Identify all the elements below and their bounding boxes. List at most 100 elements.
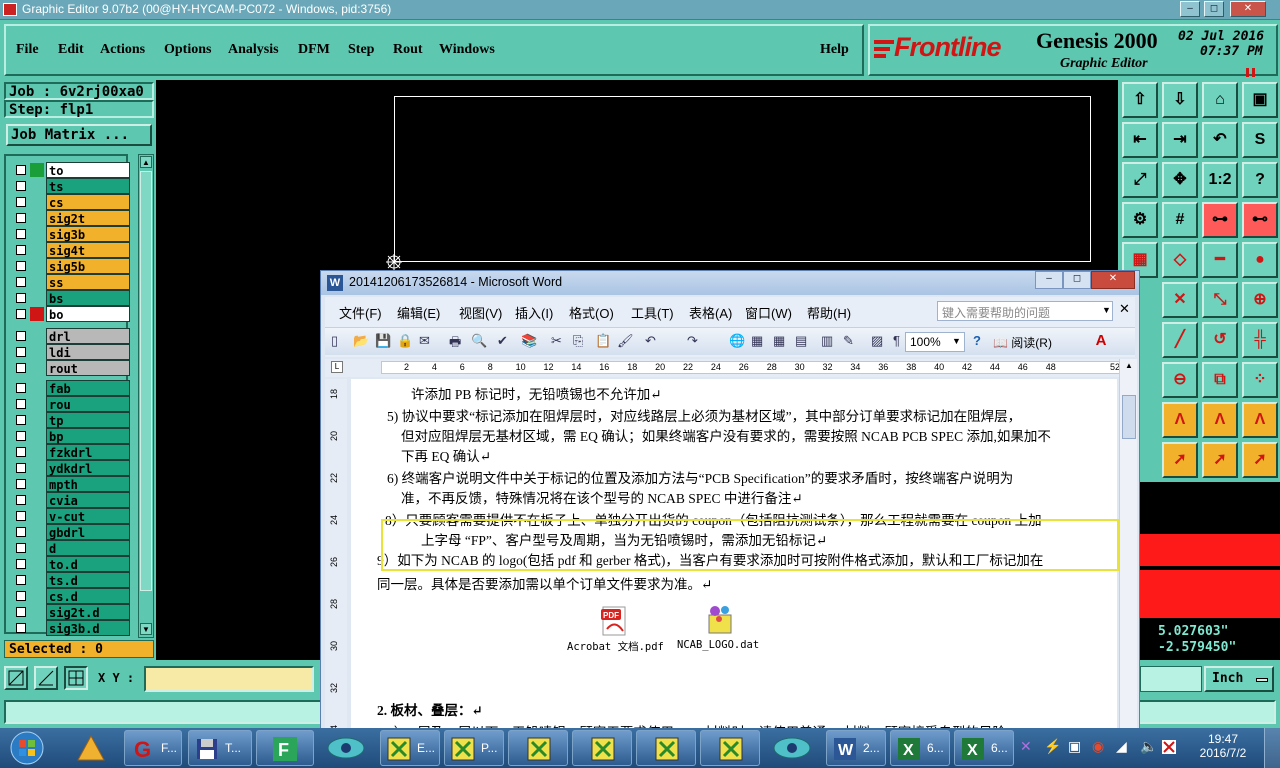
- pad-icon[interactable]: ╬: [1242, 322, 1278, 358]
- menu-analysis[interactable]: Analysis: [228, 42, 279, 58]
- taskbar-x-app-4[interactable]: [572, 730, 632, 766]
- layer-checkbox[interactable]: [16, 331, 26, 341]
- show-hide-icon[interactable]: ¶: [893, 333, 900, 348]
- close-button[interactable]: ✕: [1230, 1, 1266, 17]
- tray-network-icon[interactable]: ◢: [1116, 738, 1127, 755]
- tab-selector-icon[interactable]: L: [331, 361, 343, 373]
- layer-checkbox[interactable]: [16, 309, 26, 319]
- move-icon[interactable]: ⤡: [1202, 282, 1238, 318]
- taskbar-word[interactable]: W 2...: [826, 730, 886, 766]
- pdf-file-icon[interactable]: PDF: [599, 605, 631, 637]
- layer-row-sig5b[interactable]: sig5b: [12, 258, 130, 274]
- layer-row-rou[interactable]: rou: [12, 396, 130, 412]
- clock[interactable]: 19:47 2016/7/2: [1190, 732, 1256, 760]
- layer-row-to.d[interactable]: to.d: [12, 556, 130, 572]
- menu-file[interactable]: File: [16, 42, 39, 58]
- layer-name[interactable]: bo: [46, 306, 130, 322]
- taskbar-eye-app[interactable]: [318, 730, 374, 766]
- taskbar-eye-app-2[interactable]: [764, 730, 820, 766]
- layer-name[interactable]: tp: [46, 412, 130, 428]
- window-icon[interactable]: ▣: [1242, 82, 1278, 118]
- arc-icon[interactable]: ↺: [1202, 322, 1238, 358]
- layer-name[interactable]: to: [46, 162, 130, 178]
- layer-row-bo[interactable]: bo: [12, 306, 130, 322]
- layer-checkbox[interactable]: [16, 623, 26, 633]
- copy-icon[interactable]: ⎘: [573, 333, 583, 349]
- layer-name[interactable]: cvia: [46, 492, 130, 508]
- grid-icon[interactable]: #: [1162, 202, 1198, 238]
- tray-app-icon[interactable]: ✕: [1020, 738, 1032, 755]
- open-icon[interactable]: 📂: [353, 333, 369, 349]
- help-search-input[interactable]: 键入需要帮助的问题 ▼: [937, 301, 1113, 321]
- layer-row-ydkdrl[interactable]: ydkdrl: [12, 460, 130, 476]
- help-icon[interactable]: ?: [1242, 162, 1278, 198]
- layer-checkbox[interactable]: [16, 415, 26, 425]
- font-color-icon[interactable]: A: [1091, 332, 1111, 352]
- volume-icon[interactable]: 🔈: [1140, 738, 1157, 755]
- layer-checkbox[interactable]: [16, 347, 26, 357]
- document-page[interactable]: 许添加 PB 标记时，无铅喷锡也不允许加↵ 5) 协议中要求“标记添加在阻焊层时，…: [351, 379, 1119, 729]
- layer-row-rout[interactable]: rout: [12, 360, 130, 376]
- scroll-up-icon[interactable]: ▲: [140, 156, 152, 168]
- pan-left-icon[interactable]: ⇤: [1122, 122, 1158, 158]
- menu-edit[interactable]: Edit: [58, 42, 84, 58]
- layer-name[interactable]: to.d: [46, 556, 130, 572]
- print-preview-icon[interactable]: 🔍: [471, 333, 487, 349]
- copy-icon[interactable]: ⧉: [1202, 362, 1238, 398]
- layer-name[interactable]: cs.d: [46, 588, 130, 604]
- taskbar-frontline[interactable]: F: [256, 730, 314, 766]
- close-doc-icon[interactable]: ✕: [1119, 301, 1130, 317]
- menu-windows[interactable]: Windows: [439, 42, 495, 58]
- layer-row-gbdrl[interactable]: gbdrl: [12, 524, 130, 540]
- pointer-edit-icon[interactable]: ➚: [1202, 442, 1238, 478]
- layer-checkbox[interactable]: [16, 559, 26, 569]
- layer-name[interactable]: ydkdrl: [46, 460, 130, 476]
- layer-checkbox[interactable]: [16, 591, 26, 601]
- save-icon[interactable]: 💾: [375, 333, 391, 349]
- layer-name[interactable]: ss: [46, 274, 130, 290]
- fit-icon[interactable]: ⤢: [1122, 162, 1158, 198]
- scroll-down-icon[interactable]: ▼: [140, 623, 152, 635]
- layer-name[interactable]: v-cut: [46, 508, 130, 524]
- tray-sync-icon[interactable]: ⚡: [1044, 738, 1061, 755]
- menu-step[interactable]: Step: [348, 42, 374, 58]
- layer-scrollbar[interactable]: ▲ ▼: [138, 154, 154, 638]
- tray-shield-icon[interactable]: ◉: [1092, 738, 1104, 755]
- layer-name[interactable]: ts.d: [46, 572, 130, 588]
- group-icon[interactable]: ⁘: [1242, 362, 1278, 398]
- resize-icon[interactable]: ⊖: [1162, 362, 1198, 398]
- redo-icon[interactable]: ↷: [687, 333, 698, 349]
- layer-checkbox[interactable]: [16, 165, 26, 175]
- word-menu-item[interactable]: 文件(F): [339, 303, 382, 322]
- research-icon[interactable]: 📚: [521, 333, 537, 349]
- layer-row-ts[interactable]: ts: [12, 178, 130, 194]
- layer-row-sig2t[interactable]: sig2t: [12, 210, 130, 226]
- layer-row-fab[interactable]: fab: [12, 380, 130, 396]
- layer-checkbox[interactable]: [16, 431, 26, 441]
- layer-checkbox[interactable]: [16, 261, 26, 271]
- layer-name[interactable]: sig4t: [46, 242, 130, 258]
- layer-row-tp[interactable]: tp: [12, 412, 130, 428]
- doc-map-icon[interactable]: ▨: [871, 333, 883, 349]
- layer-checkbox[interactable]: [16, 511, 26, 521]
- hyperlink-icon[interactable]: 🌐: [729, 333, 745, 349]
- layer-row-mpth[interactable]: mpth: [12, 476, 130, 492]
- pointer-icon[interactable]: ➚: [1162, 442, 1198, 478]
- layer-name[interactable]: bp: [46, 428, 130, 444]
- insert-excel-icon[interactable]: ▤: [795, 333, 807, 349]
- format-painter-icon[interactable]: 🖌: [617, 333, 634, 349]
- snap-icon[interactable]: ➚: [1242, 442, 1278, 478]
- taskbar-floppy[interactable]: T...: [188, 730, 252, 766]
- layer-name[interactable]: gbdrl: [46, 524, 130, 540]
- layer-row-bs[interactable]: bs: [12, 290, 130, 306]
- layer-checkbox[interactable]: [16, 383, 26, 393]
- xy-input[interactable]: [144, 666, 314, 692]
- layer-checkbox[interactable]: [16, 277, 26, 287]
- layer-checkbox[interactable]: [16, 213, 26, 223]
- minimize-button[interactable]: –: [1180, 1, 1200, 17]
- units-selector[interactable]: Inch: [1204, 666, 1274, 692]
- layer-row-sig3b[interactable]: sig3b: [12, 226, 130, 242]
- taskbar-x-app-2[interactable]: P...: [444, 730, 504, 766]
- save-icon[interactable]: ⇩: [1162, 82, 1198, 118]
- layer-row-drl[interactable]: drl: [12, 328, 130, 344]
